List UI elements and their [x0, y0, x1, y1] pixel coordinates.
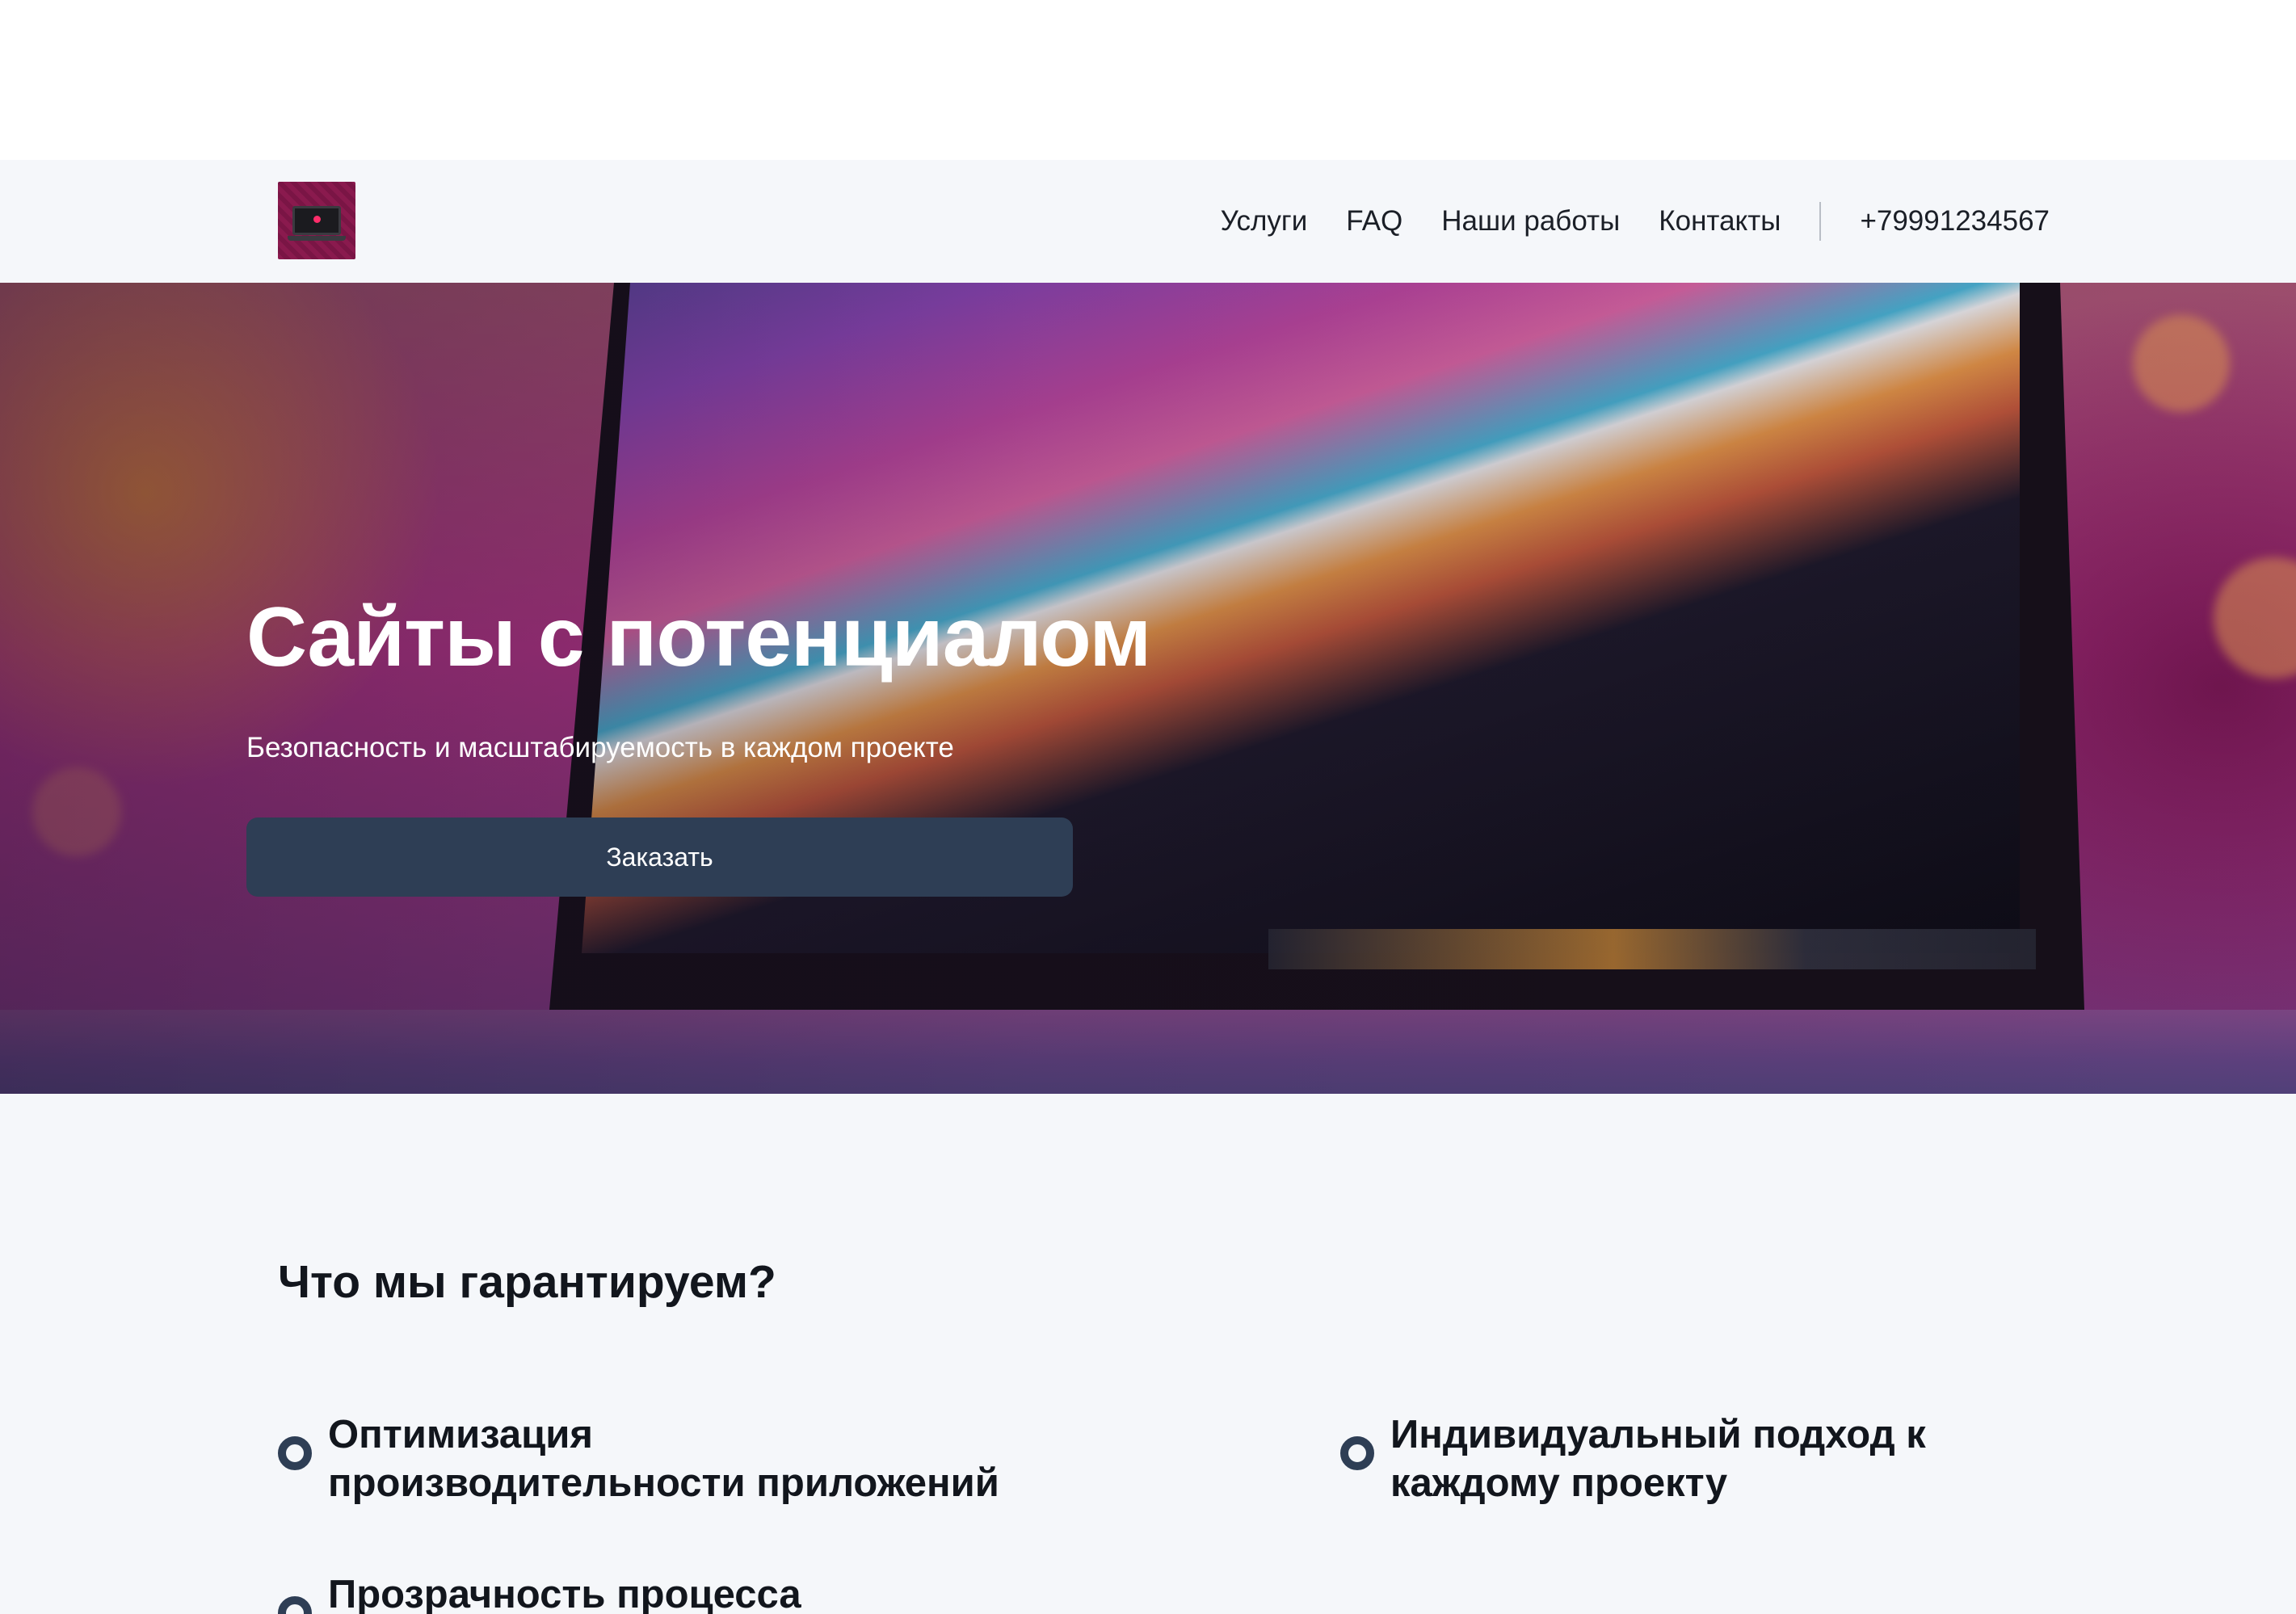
hero-section: Сайты с потенциалом Безопасность и масшт…: [0, 283, 2296, 1094]
hero-subtitle: Безопасность и масштабируемость в каждом…: [246, 732, 954, 763]
logo-dot: [313, 216, 321, 223]
guarantee-text: Прозрачность процесса: [328, 1573, 801, 1614]
main-nav: Услуги FAQ Наши работы Контакты +7999123…: [1182, 160, 2050, 283]
guarantee-text: Индивидуальный подход к каждому проекту: [1390, 1413, 1926, 1505]
ring-bullet-icon: [1340, 1436, 1374, 1470]
nav-item-our-works[interactable]: Наши работы: [1441, 205, 1620, 237]
phone-link[interactable]: +79991234567: [1860, 205, 2050, 237]
nav-divider: [1819, 202, 1822, 241]
top-blank-area: [0, 0, 2296, 160]
order-button[interactable]: Заказать: [246, 818, 1073, 897]
ring-bullet-icon: [278, 1596, 312, 1614]
hero-overlay: [0, 283, 2296, 1094]
site-header: Услуги FAQ Наши работы Контакты +7999123…: [0, 160, 2296, 283]
nav-item-services[interactable]: Услуги: [1221, 205, 1308, 237]
ring-bullet-icon: [278, 1436, 312, 1470]
guarantee-text: Оптимизация производительности приложени…: [328, 1413, 999, 1505]
guarantees-section: Что мы гарантируем? Оптимизация производ…: [0, 1094, 2296, 1614]
section-title: Что мы гарантируем?: [278, 1256, 776, 1308]
nav-item-faq[interactable]: FAQ: [1346, 205, 1402, 237]
nav-item-contacts[interactable]: Контакты: [1659, 205, 1781, 237]
hero-title: Сайты с потенциалом: [246, 591, 1151, 684]
laptop-screen: [292, 206, 341, 235]
laptop-base: [288, 236, 346, 241]
logo-laptop-icon[interactable]: [278, 182, 355, 259]
